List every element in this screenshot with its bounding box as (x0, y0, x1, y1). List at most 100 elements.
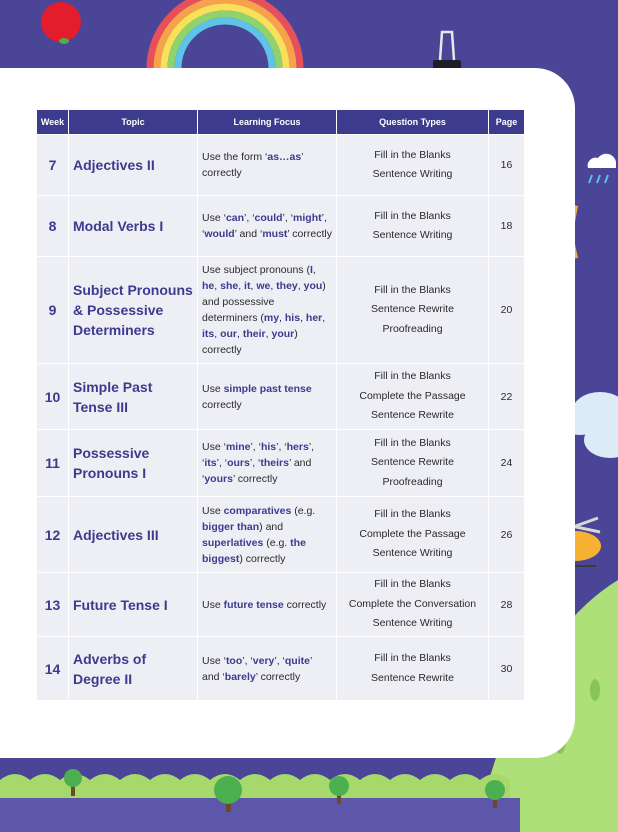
question-type: Complete the Passage (359, 389, 466, 402)
focus-keyword: my (263, 312, 280, 324)
table-body: 7 Adjectives II Use the form ‘as…as’ corre… (36, 134, 525, 701)
question-type: Complete the Passage (359, 527, 466, 540)
focus-keyword: its (204, 457, 217, 469)
focus-keyword: his (284, 312, 301, 324)
focus-text: Use the form ‘ (202, 151, 268, 163)
focus-text: ’ and ‘ (234, 228, 263, 240)
focus-text: ’, ‘ (276, 441, 287, 453)
rainbow-icon (146, 0, 304, 69)
week-cell: 13 (36, 572, 69, 637)
question-type: Sentence Writing (372, 547, 453, 560)
header-learning-focus: Learning Focus (197, 109, 337, 135)
learning-focus-cell: Use the form ‘as…as’ correctly (197, 134, 337, 196)
question-types-cell: Fill in the Blanks Sentence Rewrite (336, 636, 489, 701)
question-type: Fill in the Blanks (374, 436, 451, 449)
question-types-cell: Fill in the Blanks Sentence Writing (336, 195, 489, 257)
topic-cell: Subject Pronouns & Possessive Determiner… (68, 256, 198, 364)
focus-keyword: our (220, 328, 238, 340)
table-row: 7 Adjectives II Use the form ‘as…as’ corre… (36, 134, 525, 196)
focus-keyword: yours (204, 473, 233, 485)
focus-keyword: her (305, 312, 323, 324)
question-type: Fill in the Blanks (374, 370, 451, 383)
focus-text: Use ‘ (202, 212, 226, 224)
focus-text: , (322, 312, 326, 324)
question-types-cell: Fill in the Blanks Sentence Writing (336, 134, 489, 196)
learning-focus-cell: Use ‘can’, ‘could’, ‘might’, ‘would’ and… (197, 195, 337, 257)
page-number-cell: 30 (488, 636, 525, 701)
learning-focus-cell: Use subject pronouns (I, he, she, it, we… (197, 256, 337, 364)
focus-keyword: too (225, 654, 243, 667)
focus-keyword: quite (284, 654, 310, 667)
header-page: Page (488, 109, 525, 135)
table-row: 14 Adverbs of Degree II Use ‘too’, ‘very’,… (36, 636, 525, 701)
focus-keyword: she (220, 280, 239, 292)
topic-cell: Modal Verbs I (68, 195, 198, 257)
focus-text: correctly (202, 398, 242, 411)
table-row: 9 Subject Pronouns & Possessive Determine… (36, 256, 525, 364)
question-type: Sentence Rewrite (371, 671, 454, 684)
focus-text: ’, ‘ (274, 654, 285, 667)
focus-keyword: its (202, 328, 215, 340)
learning-focus-cell: Use future tense correctly (197, 572, 337, 637)
focus-keyword: we (256, 280, 271, 292)
focus-keyword: simple past tense (223, 382, 312, 395)
topic-cell: Adverbs of Degree II (68, 636, 198, 701)
page-number-cell: 22 (488, 363, 525, 430)
focus-keyword: they (276, 280, 298, 292)
focus-keyword: comparatives (223, 504, 292, 517)
focus-keyword: must (262, 228, 288, 240)
focus-keyword: your (271, 328, 295, 340)
focus-text: (e.g. (263, 536, 291, 549)
question-types-cell: Fill in the Blanks Complete the Passage Se… (336, 363, 489, 430)
learning-focus-cell: Use comparatives (e.g. bigger than) and … (197, 496, 337, 573)
focus-text: ’ correctly (287, 228, 332, 240)
header-question-types: Question Types (336, 109, 489, 135)
question-type: Sentence Rewrite (371, 303, 454, 316)
learning-focus-cell: Use simple past tense correctly (197, 363, 337, 430)
question-type: Fill in the Blanks (374, 578, 451, 591)
table-row: 8 Modal Verbs I Use ‘can’, ‘could’, ‘might… (36, 195, 525, 257)
focus-text: (e.g. (291, 504, 316, 517)
topic-cell: Future Tense I (68, 572, 198, 637)
question-type: Proofreading (382, 475, 443, 488)
week-cell: 8 (36, 195, 69, 257)
focus-keyword: superlatives (202, 536, 264, 549)
focus-text: correctly (283, 598, 327, 611)
focus-text: ) and (259, 520, 284, 533)
question-type: Fill in the Blanks (374, 283, 451, 296)
focus-keyword: can (225, 212, 245, 224)
question-type: Fill in the Blanks (374, 209, 451, 222)
focus-keyword: you (303, 280, 323, 292)
learning-focus-cell: Use ‘too’, ‘very’, ‘quite’ and ‘barely’ … (197, 636, 337, 701)
focus-keyword: would (204, 228, 235, 240)
question-types-cell: Fill in the Blanks Sentence Rewrite Proofr… (336, 256, 489, 364)
focus-text: Use (202, 382, 224, 395)
focus-text: ’ correctly (232, 473, 278, 485)
header-topic: Topic (68, 109, 198, 135)
focus-keyword: bigger than (202, 520, 260, 533)
page-number-cell: 24 (488, 429, 525, 497)
question-type: Sentence Writing (372, 229, 453, 241)
focus-keyword: might (293, 212, 322, 224)
question-type: Sentence Rewrite (371, 456, 454, 469)
focus-text: ’, ‘ (250, 441, 261, 453)
table-row: 13 Future Tense I Use future tense correct… (36, 572, 525, 637)
focus-keyword: theirs (260, 457, 289, 469)
question-type: Sentence Writing (372, 617, 453, 630)
apple-icon (41, 2, 81, 44)
question-types-cell: Fill in the Blanks Sentence Rewrite Proofr… (336, 429, 489, 497)
week-cell: 12 (36, 496, 69, 573)
focus-keyword: he (202, 280, 215, 292)
page-number-cell: 20 (488, 256, 525, 364)
question-type: Sentence Rewrite (371, 409, 454, 422)
question-type: Sentence Writing (372, 168, 453, 180)
question-type: Fill in the Blanks (374, 652, 451, 664)
week-cell: 14 (36, 636, 69, 701)
focus-text: ’, ‘ (216, 457, 228, 469)
table-row: 10 Simple Past Tense III Use simple past t… (36, 363, 525, 430)
focus-text: Use (202, 504, 224, 517)
question-types-cell: Fill in the Blanks Complete the Conversat… (336, 572, 489, 637)
table-row: 12 Adjectives III Use comparatives (e.g. b… (36, 496, 525, 573)
focus-text: , (312, 264, 316, 276)
focus-keyword: could (254, 212, 283, 224)
